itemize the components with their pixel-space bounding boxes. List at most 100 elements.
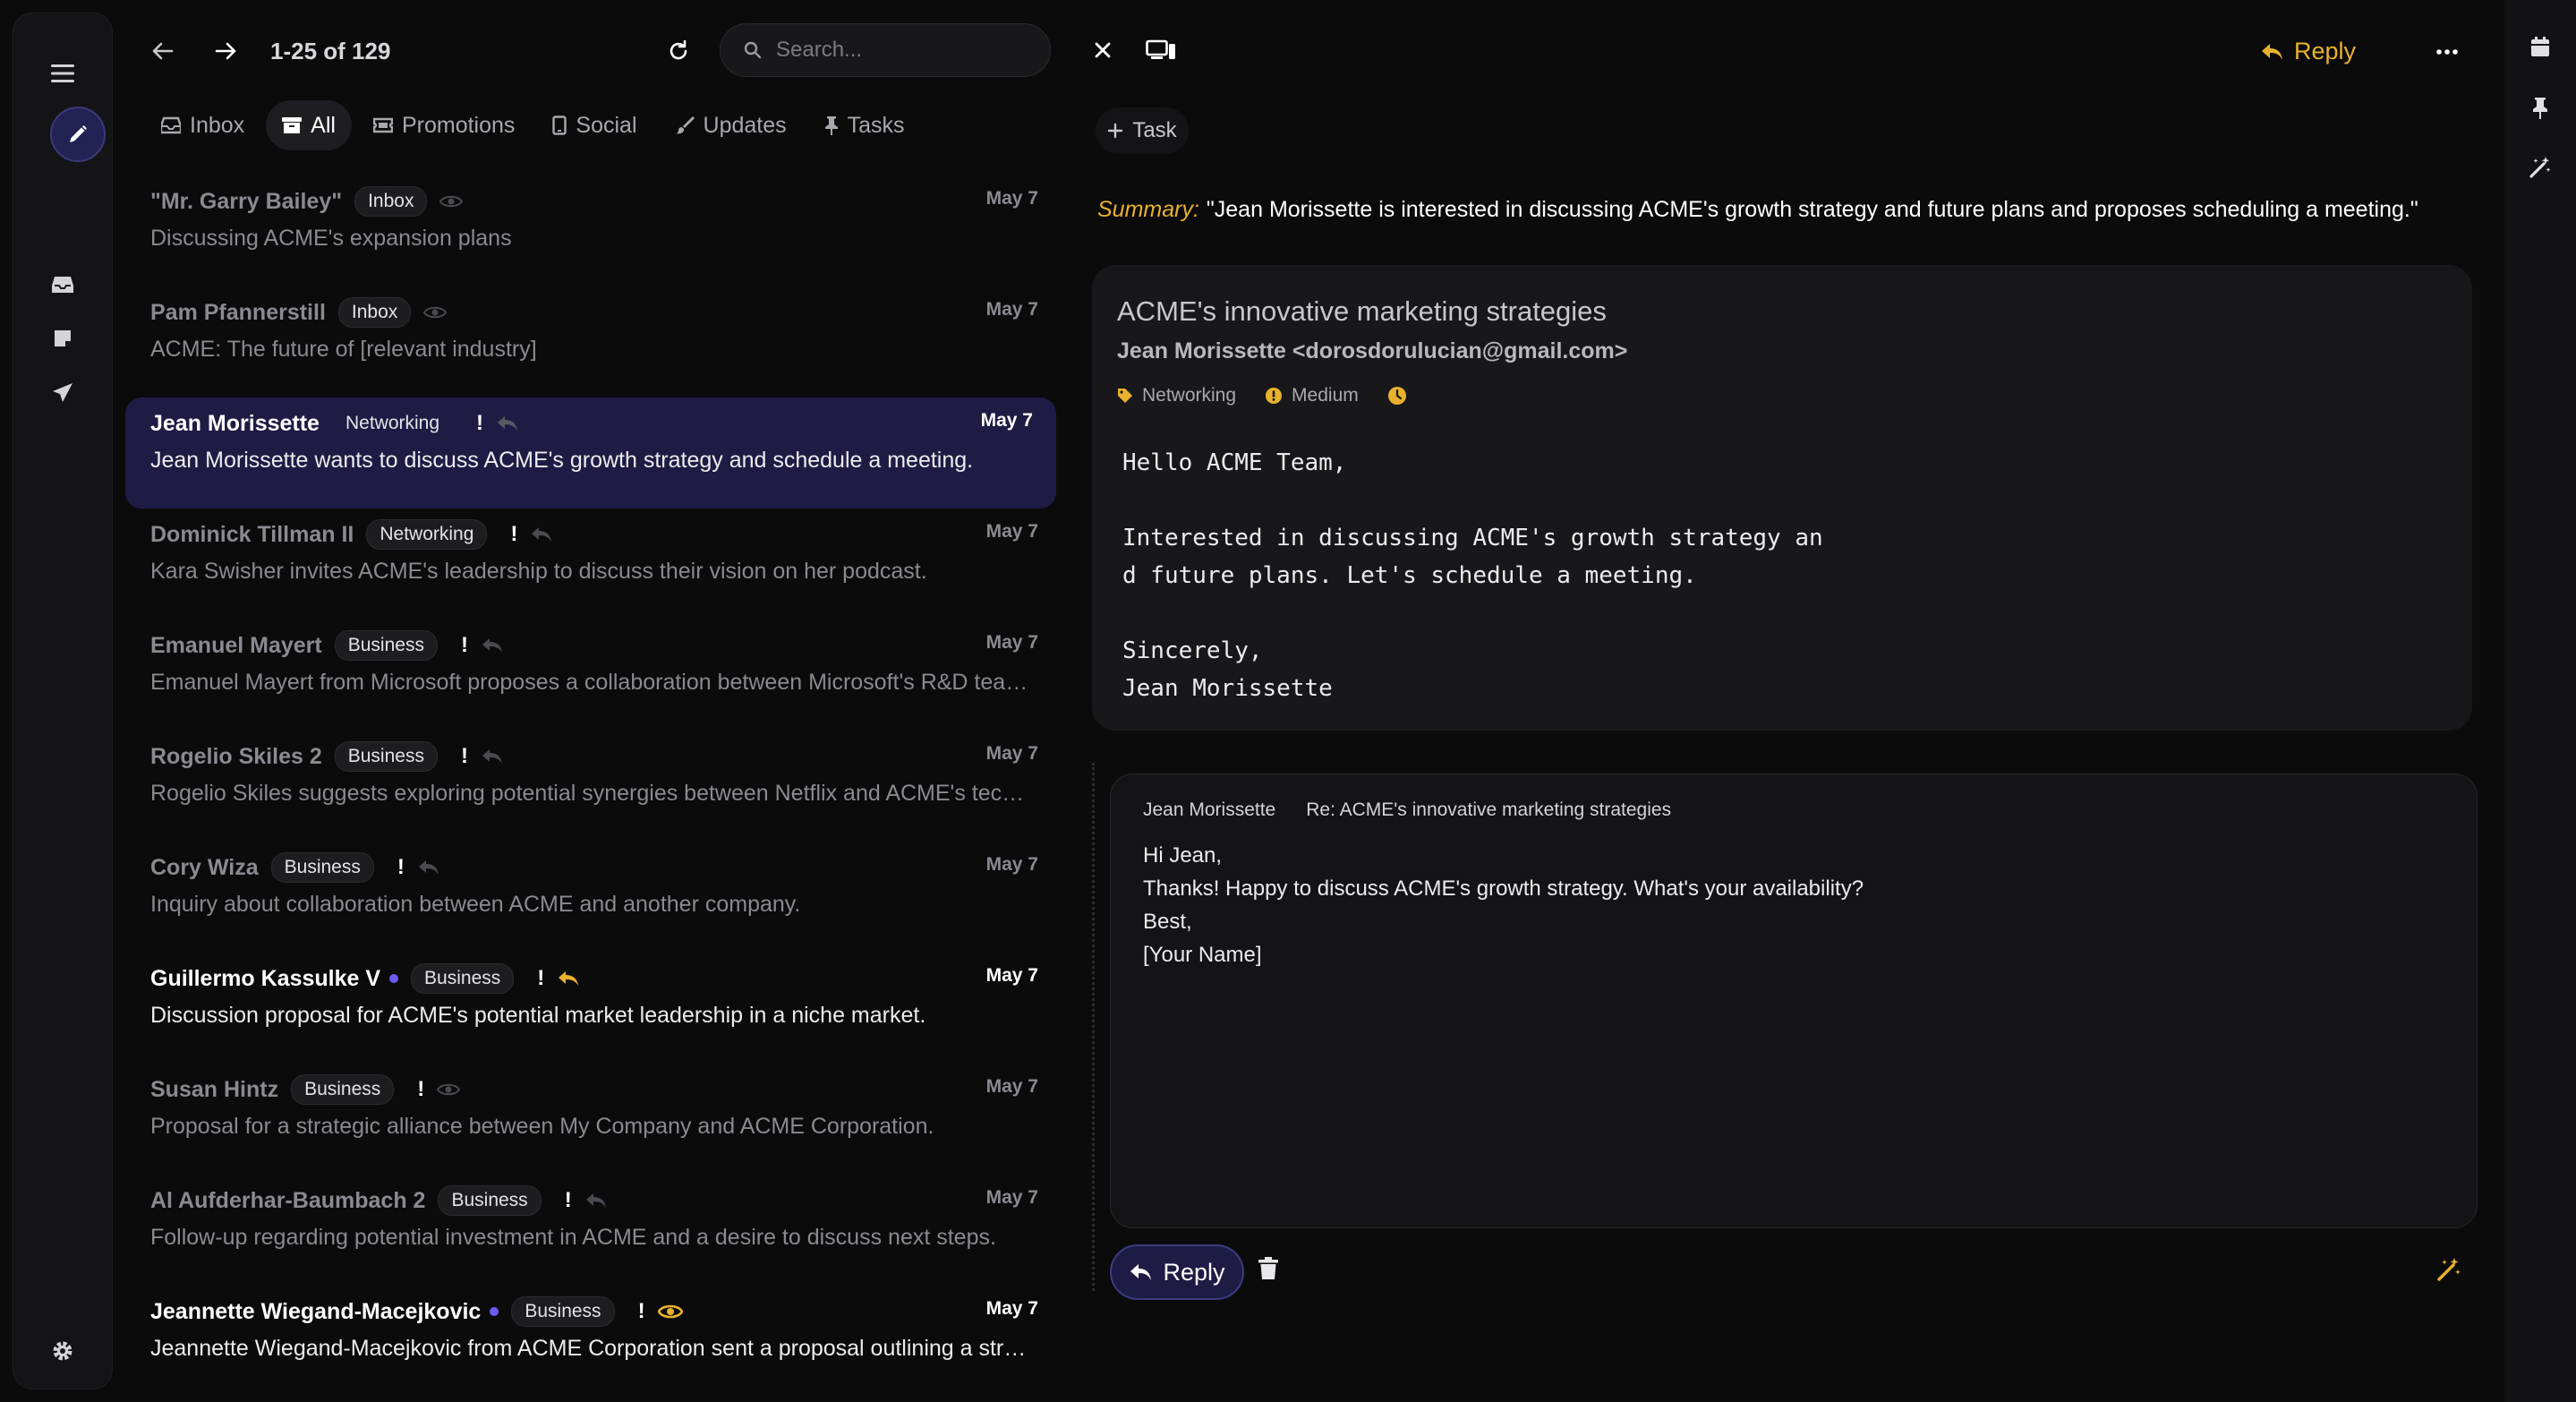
tab-tasks[interactable]: Tasks (808, 100, 921, 150)
add-task-button[interactable]: Task (1096, 107, 1189, 154)
search-input[interactable] (774, 37, 1037, 64)
email-label: Networking (345, 413, 440, 433)
tab-label: Updates (703, 112, 787, 138)
email-sender-line: Dominick Tillman II Networking ! (150, 519, 553, 550)
send-icon[interactable] (13, 382, 112, 404)
email-sender-line: Cory Wiza Business ! (150, 852, 440, 883)
email-sender-line: Susan Hintz Business ! (150, 1074, 461, 1105)
reply-to: Jean Morissette (1143, 799, 1276, 820)
forward-arrow-icon[interactable] (208, 33, 243, 69)
inbox-tray-icon[interactable] (13, 275, 112, 295)
notes-icon[interactable] (13, 329, 112, 348)
pagination-count: 1-25 of 129 (270, 38, 391, 64)
tab-all[interactable]: All (266, 100, 352, 150)
reader-toolbar: Reply (1074, 27, 2470, 81)
email-row[interactable]: Emanuel Mayert Business ! May 7 Emanuel … (125, 620, 1062, 731)
device-view-icon[interactable] (1146, 39, 1176, 61)
reply-arrow-icon (482, 749, 502, 764)
email-sender: Jeannette Wiegand-Macejkovic (150, 1298, 482, 1324)
close-icon[interactable] (1094, 41, 1112, 59)
email-label: Business (291, 1074, 395, 1105)
email-snippet: Kara Swisher invites ACME's leadership t… (150, 559, 927, 584)
tab-social[interactable]: Social (536, 100, 653, 150)
trash-icon[interactable] (1258, 1257, 1278, 1280)
email-snippet: Follow-up regarding potential investment… (150, 1225, 996, 1250)
right-sidebar (2504, 0, 2576, 1402)
reply-composer[interactable]: Jean Morissette Re: ACME's innovative ma… (1110, 774, 2478, 1228)
email-row[interactable]: Rogelio Skiles 2 Business ! May 7 Rogeli… (125, 731, 1062, 842)
email-row[interactable]: Dominick Tillman II Networking ! May 7 K… (125, 509, 1062, 620)
reply-header-button[interactable]: Reply (2260, 38, 2356, 65)
email-row[interactable]: Pam Pfannerstill Inbox May 7 ACME: The f… (125, 286, 1062, 398)
email-list: "Mr. Garry Bailey" Inbox May 7 Discussin… (125, 175, 1062, 1397)
summary-key: Summary: (1097, 197, 1199, 222)
magic-wand-icon[interactable] (2504, 156, 2576, 179)
email-label: Inbox (354, 186, 428, 217)
email-sender: Al Aufderhar-Baumbach 2 (150, 1187, 426, 1213)
email-date: May 7 (985, 299, 1038, 320)
reply-label: Reply (2293, 38, 2356, 64)
search-box (720, 23, 1051, 77)
email-row[interactable]: Cory Wiza Business ! May 7 Inquiry about… (125, 842, 1062, 953)
priority-exclamation-icon: ! (537, 966, 545, 990)
tab-label: Inbox (190, 112, 245, 138)
email-row-selected[interactable]: Jean Morissette Networking ! May 7 Jean … (125, 398, 1056, 509)
body-line: Hello ACME Team, (1122, 449, 1347, 476)
email-label: Networking (366, 519, 488, 550)
body-line: Jean Morissette (1122, 675, 1333, 702)
seen-eye-icon (423, 306, 448, 319)
email-sender: "Mr. Garry Bailey" (150, 188, 343, 214)
summary-text: "Jean Morissette is interested in discus… (1206, 197, 2418, 222)
email-sender-line: Al Aufderhar-Baumbach 2 Business ! (150, 1185, 608, 1216)
email-sender: Emanuel Mayert (150, 632, 322, 658)
email-sender: Susan Hintz (150, 1076, 279, 1102)
reply-body-editor[interactable]: Hi Jean, Thanks! Happy to discuss ACME's… (1143, 839, 1864, 971)
email-row-unread[interactable]: Jeannette Wiegand-Macejkovic Business ! … (125, 1286, 1062, 1397)
seen-eye-icon (437, 1083, 461, 1096)
reply-arrow-icon (585, 1193, 606, 1208)
email-sender-line: Jeannette Wiegand-Macejkovic Business ! (150, 1296, 683, 1327)
send-reply-button[interactable]: Reply (1110, 1244, 1244, 1300)
refresh-icon[interactable] (661, 33, 696, 69)
left-rail (13, 13, 113, 1389)
reading-pane: Reply Task Summary: "Jean Morissette is i… (1074, 0, 2506, 1402)
email-date: May 7 (985, 854, 1038, 875)
compose-button[interactable] (50, 107, 106, 162)
body-line (1122, 594, 1823, 632)
priority-exclamation-icon: ! (397, 855, 405, 879)
message-from: Jean Morissette <dorosdorulucian@gmail.c… (1117, 338, 1628, 363)
pin-icon (824, 116, 838, 135)
email-label: Inbox (337, 297, 412, 328)
email-sender: Cory Wiza (150, 854, 259, 880)
plus-icon (1108, 123, 1123, 139)
back-arrow-icon[interactable] (145, 33, 181, 69)
email-row[interactable]: Al Aufderhar-Baumbach 2 Business ! May 7… (125, 1175, 1062, 1286)
calendar-icon[interactable] (2504, 36, 2576, 57)
message-tag: Networking (1142, 385, 1237, 406)
brush-icon (675, 116, 695, 134)
email-row[interactable]: Susan Hintz Business ! May 7 Proposal fo… (125, 1064, 1062, 1175)
clock-icon[interactable] (1387, 386, 1407, 406)
email-row[interactable]: "Mr. Garry Bailey" Inbox May 7 Discussin… (125, 175, 1062, 286)
email-row-unread[interactable]: Guillermo Kassulke V Business ! May 7 Di… (125, 953, 1062, 1064)
more-options-icon[interactable] (2436, 48, 2458, 56)
priority-exclamation-icon: ! (564, 1188, 572, 1212)
pencil-icon (70, 125, 87, 142)
pin-icon[interactable] (2504, 97, 2576, 120)
tab-promotions[interactable]: Promotions (357, 100, 531, 150)
settings-gear-icon[interactable] (13, 1340, 112, 1362)
menu-icon[interactable] (13, 64, 112, 83)
tab-inbox[interactable]: Inbox (145, 100, 260, 150)
reply-header: Jean Morissette Re: ACME's innovative ma… (1143, 799, 1671, 821)
tag-icon (1118, 389, 1132, 403)
ai-wand-icon[interactable] (2436, 1257, 2461, 1282)
email-sender: Guillermo Kassulke V (150, 965, 381, 991)
email-snippet: Discussing ACME's expansion plans (150, 226, 512, 251)
tab-label: Social (576, 112, 637, 138)
email-sender-line: Pam Pfannerstill Inbox (150, 297, 448, 328)
thread-connector (1092, 763, 1095, 1291)
reply-arrow-icon (559, 971, 579, 986)
phone-icon (552, 115, 567, 135)
tab-updates[interactable]: Updates (659, 100, 803, 150)
seen-eye-icon (657, 1304, 683, 1319)
